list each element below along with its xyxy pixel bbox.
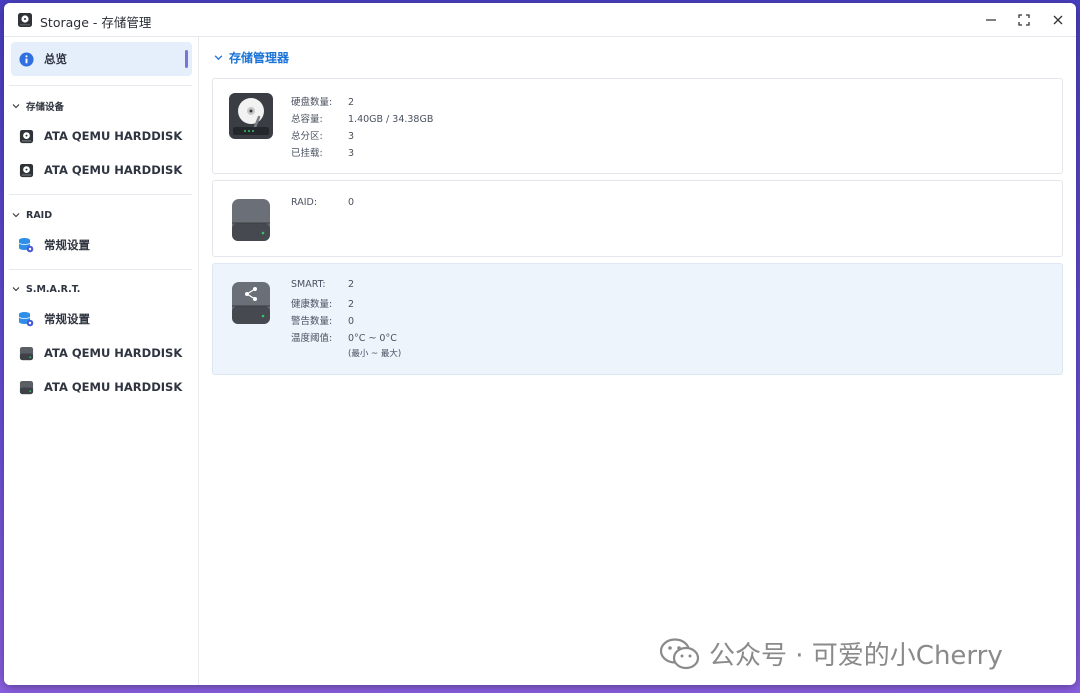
wechat-icon (659, 637, 700, 669)
sidebar-item-smart-disk-1[interactable]: ATA QEMU HARDDISK (11, 336, 192, 370)
temperature-range-note: (最小 ~ 最大) (348, 349, 402, 359)
storage-window: Storage - 存储管理 总览 存储设备 ATA QEMU HARDDISK… (4, 3, 1076, 685)
healthy-count-row: 健康数量: 2 (291, 299, 355, 310)
storage-app-icon (18, 13, 32, 27)
watermark: 公众号 · 可爱的小Cherry (659, 635, 1003, 672)
raid-count-row: RAID: 0 (291, 197, 355, 208)
warning-count-row: 警告数量: 0 (291, 316, 355, 327)
sidebar-item-smart-settings[interactable]: 常规设置 (11, 302, 192, 336)
section-label: 存储设备 (26, 102, 65, 113)
hdd-icon (229, 93, 273, 139)
hdd-icon (18, 128, 34, 144)
drive-icon (18, 345, 34, 361)
watermark-text: 公众号 · 可爱的小Cherry (709, 641, 1003, 671)
sidebar: 总览 存储设备 ATA QEMU HARDDISK ATA QEMU HARDD… (4, 37, 199, 685)
chevron-down-icon (12, 104, 20, 109)
sidebar-item-disk-1[interactable]: ATA QEMU HARDDISK (11, 119, 192, 153)
raid-drive-icon (232, 199, 270, 241)
total-partitions-row: 总分区: 3 (291, 131, 355, 142)
sidebar-item-overview[interactable]: 总览 (11, 42, 192, 76)
raid-summary-card: RAID: 0 (212, 180, 1063, 257)
section-label: RAID (26, 209, 53, 221)
sidebar-section-smart[interactable]: S.M.A.R.T. (12, 281, 80, 297)
sidebar-item-label: ATA QEMU HARDDISK (44, 163, 183, 177)
divider (9, 269, 192, 270)
sidebar-item-label: 常规设置 (44, 238, 90, 252)
sidebar-item-disk-2[interactable]: ATA QEMU HARDDISK (11, 153, 192, 187)
smart-summary-card: SMART: 2 健康数量: 2 警告数量: 0 温度阈值: 0°C ~ 0°C (最小… (212, 263, 1063, 375)
smart-drive-icon (232, 282, 270, 324)
close-button[interactable] (1047, 9, 1069, 31)
section-label: S.M.A.R.T. (26, 283, 81, 295)
divider (9, 85, 192, 86)
total-capacity-row: 总容量: 1.40GB / 34.38GB (291, 114, 434, 125)
maximize-button[interactable] (1013, 9, 1035, 31)
close-icon (1053, 15, 1063, 25)
info-icon (18, 51, 34, 67)
sidebar-section-storage-devices[interactable]: 存储设备 (12, 98, 64, 114)
disk-count-row: 硬盘数量: 2 (291, 97, 355, 108)
disk-summary-card: 硬盘数量: 2 总容量: 1.40GB / 34.38GB 总分区: 3 已挂载: 3 (212, 78, 1063, 174)
sidebar-item-label: 常规设置 (44, 312, 90, 326)
sidebar-item-label: 总览 (44, 52, 67, 66)
active-indicator (185, 50, 188, 68)
mounted-row: 已挂载: 3 (291, 148, 355, 159)
database-settings-icon (18, 237, 34, 253)
divider (9, 194, 192, 195)
chevron-down-icon (12, 287, 20, 292)
chevron-down-icon (214, 55, 223, 61)
sidebar-section-raid[interactable]: RAID (12, 207, 52, 223)
window-title: Storage - 存储管理 (40, 15, 152, 30)
temperature-threshold-row: 温度阈值: 0°C ~ 0°C (291, 333, 397, 344)
database-settings-icon (18, 311, 34, 327)
drive-icon (18, 379, 34, 395)
sidebar-item-label: ATA QEMU HARDDISK (44, 346, 183, 360)
sidebar-item-raid-settings[interactable]: 常规设置 (11, 228, 192, 262)
title-bar: Storage - 存储管理 (4, 3, 1076, 37)
sidebar-item-label: ATA QEMU HARDDISK (44, 380, 183, 394)
chevron-down-icon (12, 213, 20, 218)
section-header[interactable]: 存储管理器 (214, 49, 289, 66)
fullscreen-icon (1018, 14, 1030, 26)
sidebar-item-smart-disk-2[interactable]: ATA QEMU HARDDISK (11, 370, 192, 404)
hdd-icon (18, 162, 34, 178)
minimize-icon (986, 19, 996, 21)
minimize-button[interactable] (980, 9, 1002, 31)
sidebar-item-label: ATA QEMU HARDDISK (44, 129, 183, 143)
smart-count-row: SMART: 2 (291, 279, 355, 290)
page-title: 存储管理器 (229, 51, 290, 65)
